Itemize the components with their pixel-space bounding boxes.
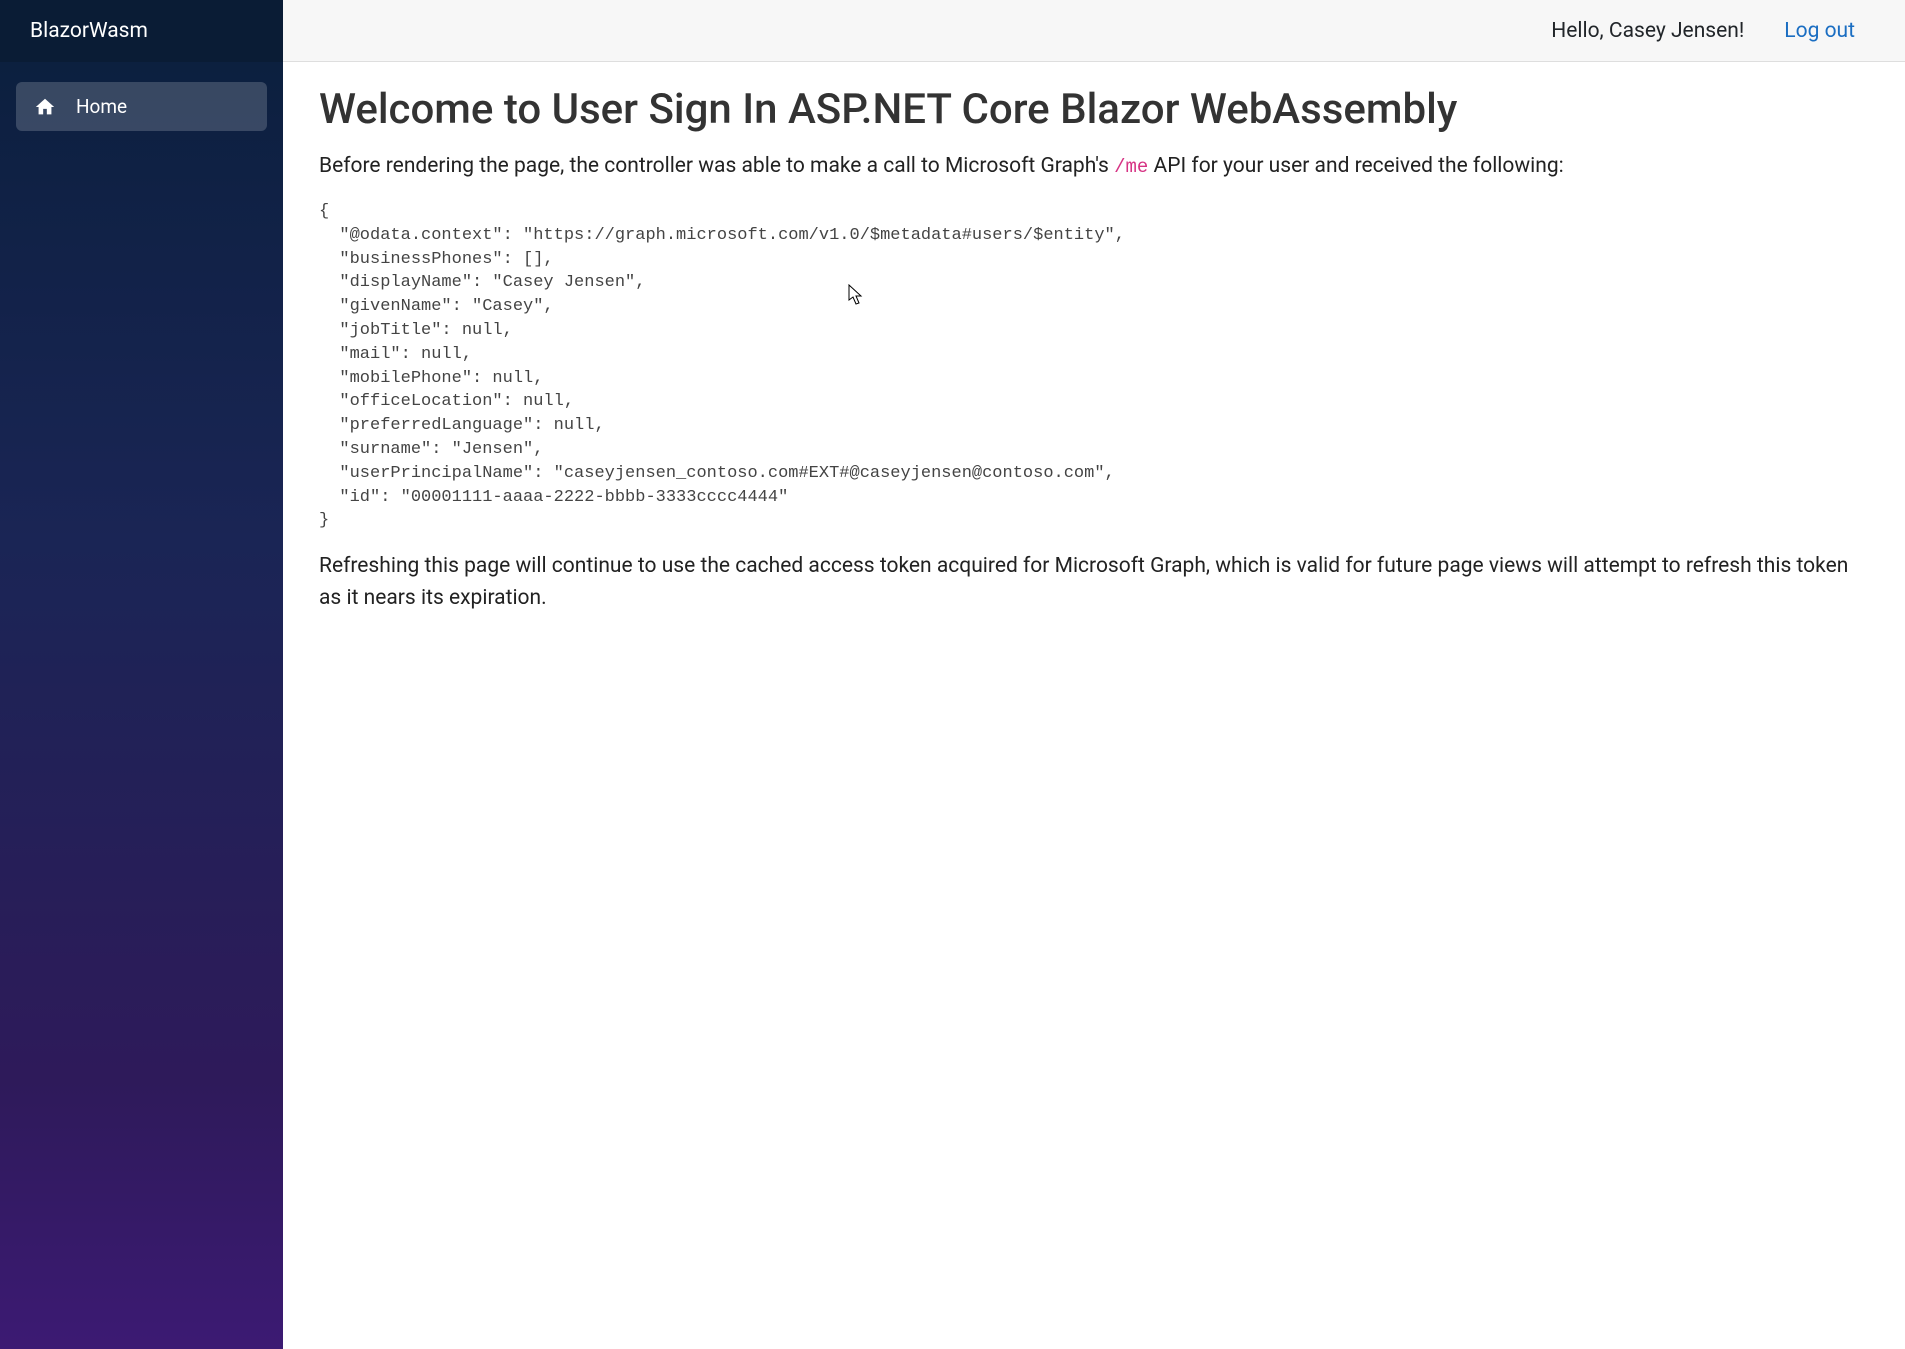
inline-code-me: /me (1114, 156, 1148, 178)
top-bar: Hello, Casey Jensen! Log out (283, 0, 1905, 62)
intro-before: Before rendering the page, the controlle… (319, 154, 1114, 178)
footer-paragraph: Refreshing this page will continue to us… (319, 551, 1869, 614)
content: Welcome to User Sign In ASP.NET Core Bla… (283, 62, 1905, 1349)
home-icon (34, 96, 56, 118)
intro-paragraph: Before rendering the page, the controlle… (319, 151, 1869, 183)
json-output: { "@odata.context": "https://graph.micro… (319, 200, 1869, 533)
brand-title: BlazorWasm (30, 19, 148, 43)
greeting-text: Hello, Casey Jensen! (1551, 19, 1744, 43)
page-title: Welcome to User Sign In ASP.NET Core Bla… (319, 84, 1869, 137)
logout-link[interactable]: Log out (1784, 19, 1855, 43)
main-area: Hello, Casey Jensen! Log out Welcome to … (283, 0, 1905, 1349)
sidebar-nav: Home (0, 62, 283, 151)
intro-after: API for your user and received the follo… (1148, 154, 1563, 178)
sidebar: BlazorWasm Home (0, 0, 283, 1349)
sidebar-item-home[interactable]: Home (16, 82, 267, 131)
sidebar-item-label: Home (76, 95, 127, 118)
sidebar-header: BlazorWasm (0, 0, 283, 62)
